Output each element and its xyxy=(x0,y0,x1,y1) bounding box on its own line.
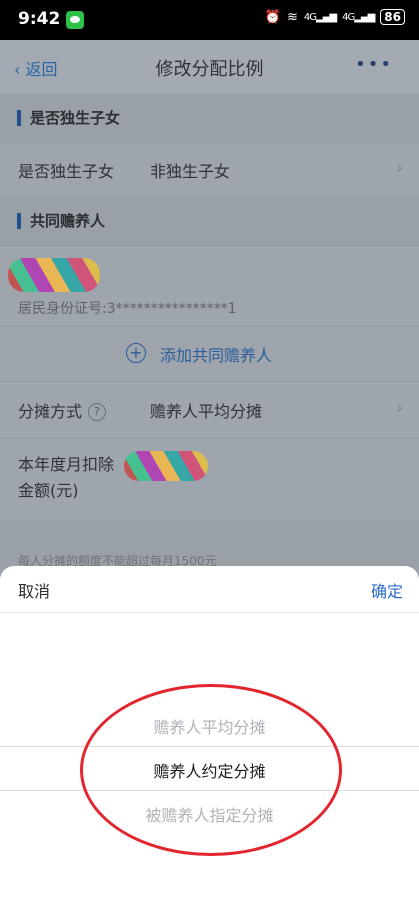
partial-note-text: 每人分摊的额度不能超过每月1500元 xyxy=(18,554,217,566)
section-title: 是否独生子女 xyxy=(30,109,121,127)
picker-option-average[interactable]: 赡养人平均分摊 xyxy=(0,714,419,738)
plus-circle-icon: + xyxy=(126,343,146,363)
more-menu-icon[interactable]: ••• xyxy=(355,54,393,75)
alarm-icon: ⏰ xyxy=(264,9,281,25)
status-bar: 9:42 ⏰ ≋ 4G▂▄▆ 4G▂▄▆ 86 xyxy=(0,0,419,40)
nav-bar: ‹ 返回 修改分配比例 ••• xyxy=(0,40,419,94)
split-method-row[interactable]: 分摊方式? 赡养人平均分摊 › xyxy=(0,381,419,438)
picker-option-agreed[interactable]: 赡养人约定分摊 xyxy=(0,758,419,782)
picker-option-designated[interactable]: 被赡养人指定分摊 xyxy=(0,802,419,826)
chevron-right-icon: › xyxy=(396,158,403,177)
only-child-label: 是否独生子女 xyxy=(18,162,115,181)
battery-icon: 86 xyxy=(380,9,405,25)
section-marker xyxy=(17,213,21,229)
divider xyxy=(0,612,419,613)
section-only-child-header: 是否独生子女 xyxy=(0,94,419,142)
monthly-deduction-label-2: 金额(元) xyxy=(18,481,79,500)
co-supporter-item[interactable]: 居民身份证号:3****************1 xyxy=(0,245,419,326)
help-icon[interactable]: ? xyxy=(88,403,107,421)
section-title: 共同赡养人 xyxy=(30,212,106,230)
status-time: 9:42 xyxy=(18,9,61,29)
redacted-amount-mosaic xyxy=(124,451,208,481)
cancel-button[interactable]: 取消 xyxy=(18,578,50,602)
wechat-notification-icon xyxy=(66,11,84,29)
section-marker xyxy=(17,110,21,126)
section-co-supporter-header: 共同赡养人 xyxy=(0,197,419,245)
picker-highlight-bottom xyxy=(0,790,419,791)
split-method-value: 赡养人平均分摊 xyxy=(150,402,263,421)
chevron-right-icon: › xyxy=(396,398,403,417)
split-method-label: 分摊方式? xyxy=(18,398,107,422)
only-child-row[interactable]: 是否独生子女 非独生子女 › xyxy=(0,142,419,197)
monthly-deduction-label-1: 本年度月扣除 xyxy=(18,455,115,474)
add-co-supporter-button[interactable]: + 添加共同赡养人 xyxy=(0,326,419,381)
add-co-supporter-label: 添加共同赡养人 xyxy=(160,346,273,365)
status-icons: ⏰ ≋ 4G▂▄▆ 4G▂▄▆ 86 xyxy=(265,9,405,25)
wifi-icon: ≋ xyxy=(286,9,298,25)
picker-sheet: 取消 确定 赡养人平均分摊 赡养人约定分摊 被赡养人指定分摊 xyxy=(0,566,419,924)
signal-icon-1: 4G▂▄▆ xyxy=(303,11,337,23)
id-number-text: 居民身份证号:3****************1 xyxy=(18,301,237,317)
confirm-button[interactable]: 确定 xyxy=(371,578,403,602)
monthly-deduction-row: 本年度月扣除 金额(元) xyxy=(0,438,419,519)
signal-icon-2: 4G▂▄▆ xyxy=(342,11,375,23)
redacted-name-mosaic xyxy=(8,258,100,292)
only-child-value: 非独生子女 xyxy=(150,162,231,181)
picker-highlight-top xyxy=(0,746,419,747)
